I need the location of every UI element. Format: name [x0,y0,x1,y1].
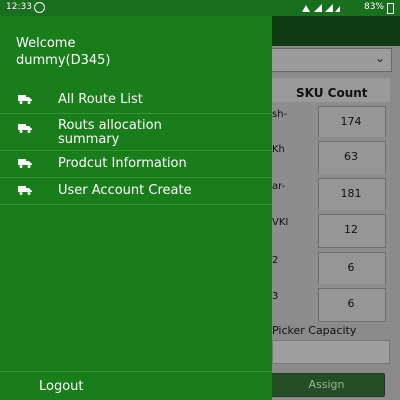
welcome-header: Welcome dummy(D345) [16,35,110,69]
menu-item-all-route-list[interactable]: All Route List [0,86,272,114]
truck-icon [18,159,32,168]
menu-item-user-account-create[interactable]: User Account Create [0,177,272,205]
signal-icons [302,4,340,12]
table-row: Kh 63 [268,137,390,177]
menu-label: Prodcut Information [58,156,187,171]
navigation-drawer: Welcome dummy(D345) All Route List Routs… [0,16,272,400]
menu-label: User Account Create [58,183,192,198]
table-row: sh- 174 [268,102,390,142]
table-row: ar- 181 [268,174,390,214]
truck-icon [18,124,32,133]
truck-icon [18,186,32,195]
assign-button[interactable]: Assign [268,373,385,397]
sku-count-header: SKU Count [296,86,368,100]
sku-count-value: 12 [344,223,358,236]
sku-count-value: 174 [340,115,362,128]
status-bar: 12:33 83% [0,0,400,16]
welcome-text: Welcome [16,36,76,51]
chevron-down-icon: ⌄ [374,51,385,65]
menu-item-prodcut-information[interactable]: Prodcut Information [0,150,272,178]
truck-icon [18,95,32,104]
assign-button-label: Assign [308,378,345,391]
battery-percent: 83% [363,2,384,12]
status-time: 12:33 [6,2,32,12]
table-row: 3 6 [268,284,390,324]
picker-capacity-input[interactable] [272,340,390,364]
logout-button[interactable]: Logout [39,379,84,394]
menu-label: All Route List [58,92,143,107]
picker-capacity-label: Picker Capacity [272,324,357,337]
sku-count-value: 63 [344,150,358,163]
divider [0,371,272,372]
menu-label: Routs allocation summary [58,118,162,147]
table-row: VKI 12 [268,210,390,250]
menu-item-routs-allocation-summary[interactable]: Routs allocation summary [0,113,272,151]
sku-count-value: 6 [347,261,355,274]
battery-icon [387,3,394,14]
whatsapp-icon [34,2,45,13]
sku-count-value: 181 [340,187,362,200]
user-name: dummy(D345) [16,53,111,68]
route-dropdown[interactable]: ⌄ [268,48,392,72]
table-row: 2 6 [268,248,390,288]
sku-count-value: 6 [347,297,355,310]
